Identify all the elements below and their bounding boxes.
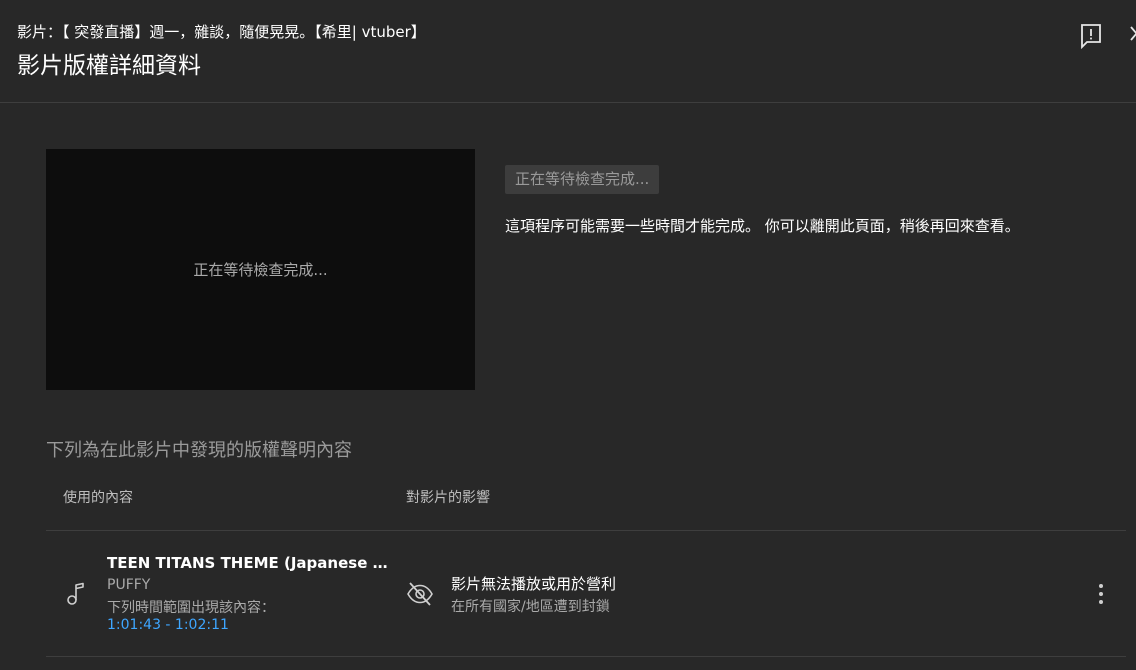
column-header-content: 使用的內容 xyxy=(63,490,133,506)
page-title: 影片版權詳細資料 xyxy=(17,53,201,79)
more-vert-icon[interactable] xyxy=(1089,581,1113,607)
check-status-description: 這項程序可能需要一些時間才能完成。 你可以離開此頁面，稍後再回來查看。 xyxy=(505,217,1020,235)
claim-range-label: 下列時間範圍出現該內容： xyxy=(107,600,275,616)
claim-impact-subtitle: 在所有國家/地區遭到封鎖 xyxy=(451,599,610,615)
close-icon[interactable] xyxy=(1128,24,1136,44)
report-feedback-icon[interactable] xyxy=(1079,23,1103,50)
claim-song-title: TEEN TITANS THEME (Japanese version) xyxy=(107,554,392,572)
claim-row: TEEN TITANS THEME (Japanese version) PUF… xyxy=(46,531,1126,656)
claim-song-artist: PUFFY xyxy=(107,577,151,593)
dialog-header: 影片：【 突發直播】週一，雜談，隨便晃晃。【希里| vtuber】 影片版權詳細… xyxy=(0,0,1136,103)
claims-section-title: 下列為在此影片中發現的版權聲明內容 xyxy=(46,440,352,461)
claim-time-range-link[interactable]: 1:01:43 - 1:02:11 xyxy=(107,617,229,633)
column-header-impact: 對影片的影響 xyxy=(406,490,490,506)
copyright-details-dialog: 影片：【 突發直播】週一，雜談，隨便晃晃。【希里| vtuber】 影片版權詳細… xyxy=(0,0,1136,670)
music-note-icon xyxy=(66,581,88,607)
eye-off-icon xyxy=(406,581,434,607)
video-title-subtitle: 影片：【 突發直播】週一，雜談，隨便晃晃。【希里| vtuber】 xyxy=(17,23,426,41)
check-status-chip: 正在等待檢查完成... xyxy=(505,165,660,194)
claim-impact-title: 影片無法播放或用於營利 xyxy=(451,575,617,593)
table-divider-bottom xyxy=(46,656,1126,657)
preview-status-text: 正在等待檢查完成... xyxy=(193,261,328,279)
video-preview: 正在等待檢查完成... xyxy=(46,149,475,390)
